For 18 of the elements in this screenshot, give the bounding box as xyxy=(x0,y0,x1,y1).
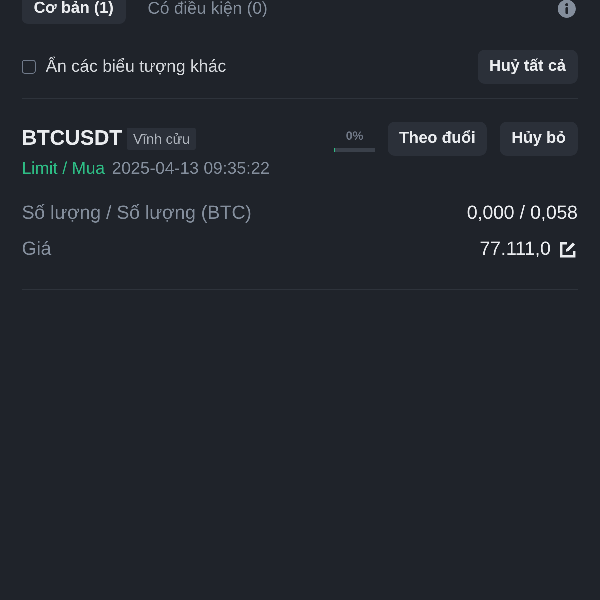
tab[interactable]: Cơ bản (1) xyxy=(22,0,126,24)
chase-button[interactable]: Theo đuổi xyxy=(388,122,487,156)
field-value: 0,000 / 0,058 xyxy=(467,203,578,225)
edit-icon[interactable] xyxy=(560,242,576,258)
cancel-button[interactable]: Hủy bỏ xyxy=(500,122,578,156)
checkbox-label: Ẩn các biểu tượng khác xyxy=(46,57,226,77)
checkbox[interactable] xyxy=(22,60,36,74)
cancel-all-button[interactable]: Huỷ tất cả xyxy=(478,50,578,84)
symbol-name: BTCUSDT xyxy=(22,127,122,151)
contract-badge: Vĩnh cửu xyxy=(127,128,196,150)
field-value: 77.111,0 xyxy=(480,239,551,261)
order-type: Limit / Mua xyxy=(22,159,106,179)
tab[interactable]: Có điều kiện (0) xyxy=(136,0,280,24)
order-time: 2025-04-13 09:35:22 xyxy=(112,159,270,179)
field-label: Số lượng / Số lượng (BTC) xyxy=(22,203,252,225)
progress-reading: 0% xyxy=(346,128,364,142)
field-label: Giá xyxy=(22,239,52,261)
info-icon[interactable] xyxy=(558,0,576,18)
